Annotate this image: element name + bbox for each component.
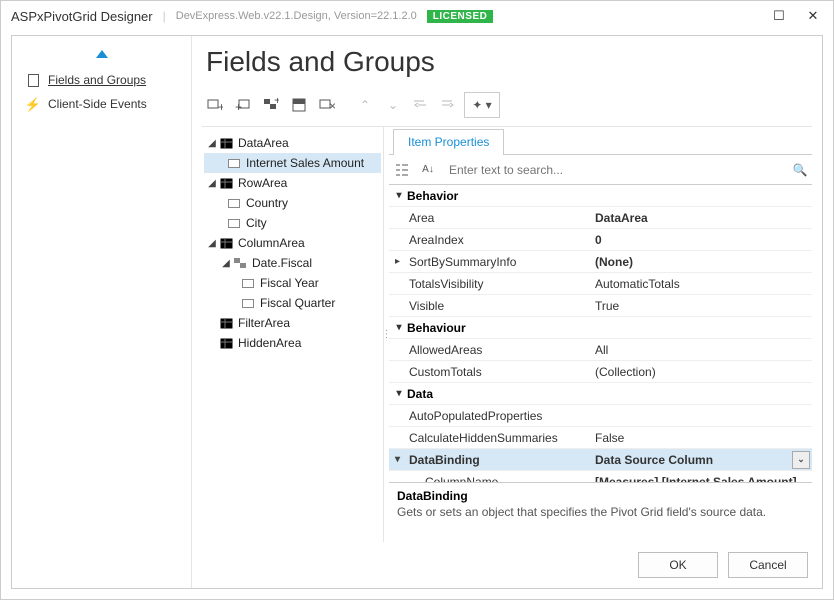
document-icon — [26, 73, 40, 87]
toolbar: + + + × ⌃ ⌄ ✦ ▾ — [192, 92, 822, 126]
inner-frame: Main Fields and Groups ⚡ Client-Side Eve… — [11, 35, 823, 589]
prop-columnname[interactable]: ColumnName[Measures].[Internet Sales Amo… — [389, 471, 812, 482]
sidebar-item-client-side-events[interactable]: ⚡ Client-Side Events — [12, 92, 191, 116]
maximize-button[interactable]: ☐ — [769, 8, 789, 24]
window-title: ASPxPivotGrid Designer — [11, 9, 153, 24]
tree-node-filterarea[interactable]: FilterArea — [204, 313, 381, 333]
home-icon — [95, 44, 109, 58]
search-icon: 🔍 — [788, 163, 812, 177]
prop-allowedareas[interactable]: AllowedAreasAll — [389, 339, 812, 361]
license-badge: LICENSED — [427, 10, 494, 23]
sidebar-main[interactable]: Main — [12, 44, 191, 68]
tree-node-fiscal-year[interactable]: Fiscal Year — [204, 273, 381, 293]
dropdown-icon[interactable]: ⌄ — [792, 451, 810, 469]
property-panel: Item Properties A↓ 🔍 ▾Behavior AreaDataA… — [389, 127, 812, 542]
category-behaviour[interactable]: ▾Behaviour — [389, 317, 812, 339]
bolt-icon: ⚡ — [26, 97, 40, 111]
sidebar: Main Fields and Groups ⚡ Client-Side Eve… — [12, 36, 192, 588]
prop-areaindex[interactable]: AreaIndex0 — [389, 229, 812, 251]
fields-tree: ◢DataArea Internet Sales Amount ◢RowArea… — [202, 127, 384, 542]
tab-item-properties[interactable]: Item Properties — [393, 129, 504, 155]
dialog-footer: OK Cancel — [192, 542, 822, 588]
prop-customtotals[interactable]: CustomTotals(Collection) — [389, 361, 812, 383]
indent-button[interactable] — [436, 92, 462, 118]
outdent-button[interactable] — [408, 92, 434, 118]
content-split: ◢DataArea Internet Sales Amount ◢RowArea… — [202, 126, 812, 542]
ok-button[interactable]: OK — [638, 552, 718, 578]
category-behavior[interactable]: ▾Behavior — [389, 185, 812, 207]
property-toolbar: A↓ 🔍 — [389, 155, 812, 185]
designer-window: ASPxPivotGrid Designer | DevExpress.Web.… — [0, 0, 834, 600]
category-data[interactable]: ▾Data — [389, 383, 812, 405]
property-grid[interactable]: ▾Behavior AreaDataArea AreaIndex0 ▸SortB… — [389, 185, 812, 482]
cancel-button[interactable]: Cancel — [728, 552, 808, 578]
move-down-button[interactable]: ⌄ — [380, 92, 406, 118]
property-search-input[interactable] — [441, 158, 788, 182]
titlebar: ASPxPivotGrid Designer | DevExpress.Web.… — [1, 1, 833, 31]
sidebar-item-fields-and-groups[interactable]: Fields and Groups — [12, 68, 191, 92]
categorized-button[interactable] — [389, 157, 415, 183]
svg-text:×: × — [329, 99, 335, 112]
assembly-version: DevExpress.Web.v22.1.Design, Version=22.… — [176, 10, 417, 22]
tree-node-rowarea[interactable]: ◢RowArea — [204, 173, 381, 193]
tree-node-country[interactable]: Country — [204, 193, 381, 213]
svg-text:+: + — [218, 100, 223, 112]
move-up-button[interactable]: ⌃ — [352, 92, 378, 118]
svg-text:+: + — [235, 100, 242, 112]
tabs: Item Properties — [389, 127, 812, 155]
main-panel: Fields and Groups + + + × ⌃ ⌄ ✦ ▾ ◢DataA… — [192, 36, 822, 588]
prop-visible[interactable]: VisibleTrue — [389, 295, 812, 317]
tree-node-internet-sales-amount[interactable]: Internet Sales Amount — [204, 153, 381, 173]
tree-node-fiscal-quarter[interactable]: Fiscal Quarter — [204, 293, 381, 313]
page-title: Fields and Groups — [192, 36, 822, 92]
alphabetical-button[interactable]: A↓ — [415, 157, 441, 183]
insert-field-button[interactable]: + — [230, 92, 256, 118]
tree-node-city[interactable]: City — [204, 213, 381, 233]
svg-text:+: + — [274, 98, 279, 107]
prop-area[interactable]: AreaDataArea — [389, 207, 812, 229]
tree-node-date-fiscal[interactable]: ◢Date.Fiscal — [204, 253, 381, 273]
window-controls: ☐ ✕ — [769, 8, 823, 24]
wizard-button[interactable]: ✦ ▾ — [464, 92, 500, 118]
tree-node-hiddenarea[interactable]: HiddenArea — [204, 333, 381, 353]
prop-autopopulatedproperties[interactable]: AutoPopulatedProperties — [389, 405, 812, 427]
prop-databinding[interactable]: ▾DataBindingData Source Column⌄ — [389, 449, 812, 471]
add-group-button[interactable]: + — [258, 92, 284, 118]
prop-totalsvisibility[interactable]: TotalsVisibilityAutomaticTotals — [389, 273, 812, 295]
retrieve-button[interactable] — [286, 92, 312, 118]
property-description: DataBinding Gets or sets an object that … — [389, 482, 812, 542]
prop-sortbysummaryinfo[interactable]: ▸SortBySummaryInfo(None) — [389, 251, 812, 273]
add-field-button[interactable]: + — [202, 92, 228, 118]
remove-button[interactable]: × — [314, 92, 340, 118]
prop-calculatehiddensummaries[interactable]: CalculateHiddenSummariesFalse — [389, 427, 812, 449]
tree-node-dataarea[interactable]: ◢DataArea — [204, 133, 381, 153]
close-button[interactable]: ✕ — [803, 8, 823, 24]
tree-node-columnarea[interactable]: ◢ColumnArea — [204, 233, 381, 253]
